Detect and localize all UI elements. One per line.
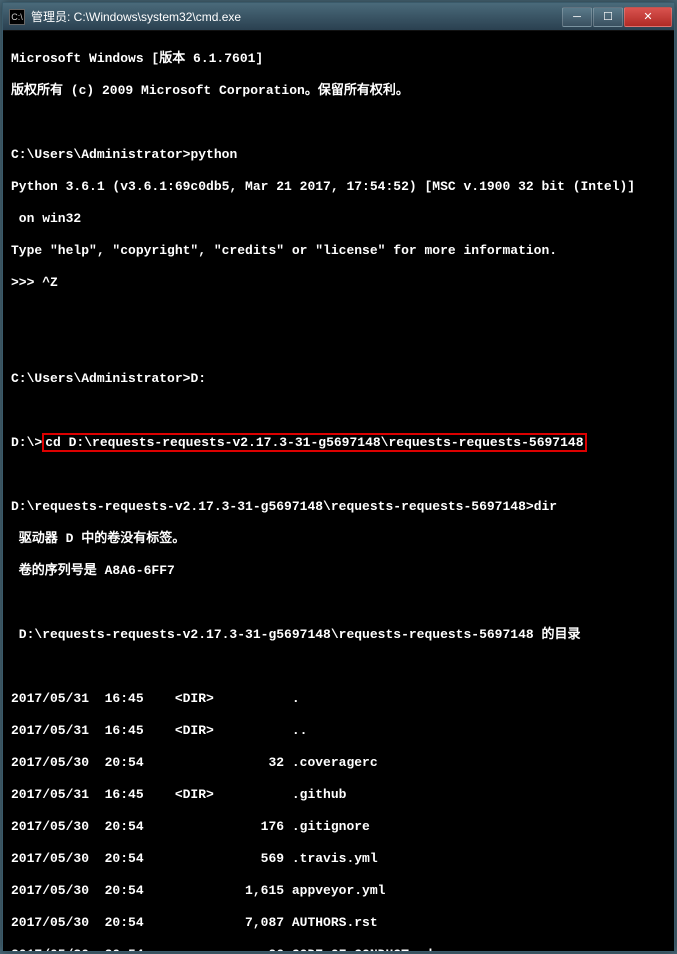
prompt-line: C:\Users\Administrator>python [11,147,666,163]
cmd-window: C:\ 管理员: C:\Windows\system32\cmd.exe ─ ☐… [2,2,675,952]
maximize-button[interactable]: ☐ [593,7,623,27]
dir-entry: 2017/05/30 20:54 7,087 AUTHORS.rst [11,915,666,931]
dir-entry: 2017/05/30 20:54 96 CODE_OF_CONDUCT.md [11,947,666,951]
dir-entry: 2017/05/30 20:54 569 .travis.yml [11,851,666,867]
app-icon: C:\ [9,9,25,25]
dir-entry: 2017/05/30 20:54 1,615 appveyor.yml [11,883,666,899]
banner-line: 版权所有 (c) 2009 Microsoft Corporation。保留所有… [11,83,666,99]
prompt-line: D:\requests-requests-v2.17.3-31-g5697148… [11,499,666,515]
window-title: 管理员: C:\Windows\system32\cmd.exe [31,8,561,25]
dir-entry: 2017/05/30 20:54 176 .gitignore [11,819,666,835]
python-exit: >>> ^Z [11,275,666,291]
window-controls: ─ ☐ ✕ [561,7,672,27]
dir-entry: 2017/05/31 16:45 <DIR> .github [11,787,666,803]
python-version: Python 3.6.1 (v3.6.1:69c0db5, Mar 21 201… [11,179,666,195]
directory-of: D:\requests-requests-v2.17.3-31-g5697148… [11,627,666,643]
dir-entry: 2017/05/31 16:45 <DIR> . [11,691,666,707]
banner-line: Microsoft Windows [版本 6.1.7601] [11,51,666,67]
prompt-line: C:\Users\Administrator>D: [11,371,666,387]
highlighted-command-cd: cd D:\requests-requests-v2.17.3-31-g5697… [42,433,586,452]
python-version: on win32 [11,211,666,227]
prompt-line: D:\>cd D:\requests-requests-v2.17.3-31-g… [11,435,666,451]
minimize-button[interactable]: ─ [562,7,592,27]
volume-info: 驱动器 D 中的卷没有标签。 [11,531,666,547]
volume-serial: 卷的序列号是 A8A6-6FF7 [11,563,666,579]
terminal-output[interactable]: Microsoft Windows [版本 6.1.7601] 版权所有 (c)… [3,31,674,951]
dir-entry: 2017/05/30 20:54 32 .coveragerc [11,755,666,771]
close-button[interactable]: ✕ [624,7,672,27]
dir-entry: 2017/05/31 16:45 <DIR> .. [11,723,666,739]
title-bar[interactable]: C:\ 管理员: C:\Windows\system32\cmd.exe ─ ☐… [3,3,674,31]
python-help: Type "help", "copyright", "credits" or "… [11,243,666,259]
